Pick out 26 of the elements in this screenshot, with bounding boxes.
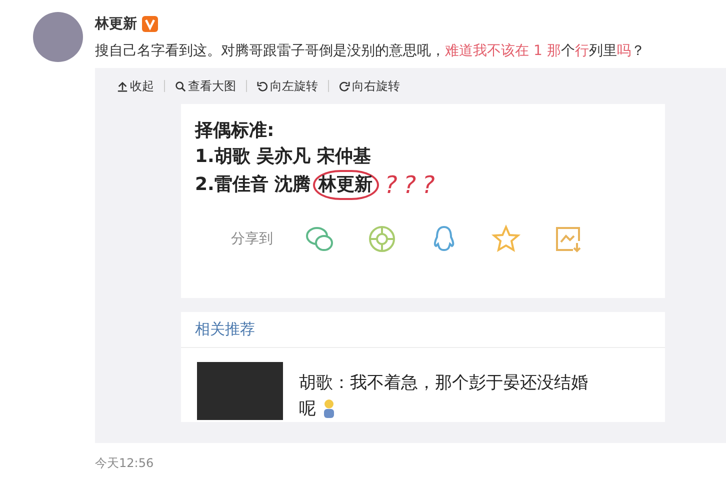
circled-name: 林更新 <box>312 170 379 200</box>
avatar[interactable] <box>33 12 83 62</box>
question-marks: ??? <box>384 172 441 198</box>
related-title: 相关推荐 <box>181 312 665 348</box>
aperture-icon[interactable] <box>367 224 397 254</box>
toolbar-link[interactable]: 向右旋转 <box>339 78 400 94</box>
chat-bubbles-icon[interactable] <box>305 224 335 254</box>
post-text: 搜自己名字看到这。对腾哥跟雷子哥倒是没别的意思吼，难道我不该在 1 那个行列里吗？ <box>95 42 646 60</box>
toolbar-link[interactable]: 查看大图 <box>175 78 236 94</box>
star-icon[interactable] <box>491 224 521 254</box>
toolbar-link[interactable]: 向左旋转 <box>257 78 318 94</box>
author-name[interactable]: 林更新 <box>95 15 137 33</box>
rotate-left-icon <box>257 80 268 92</box>
related-post-text: 呢 <box>299 398 316 421</box>
criteria-heading: 择偶标准: <box>195 119 276 143</box>
emoji-icon <box>322 399 336 419</box>
toolbar-link[interactable]: 收起 <box>117 78 154 94</box>
upload-arrow-icon <box>117 80 128 92</box>
share-label: 分享到 <box>231 230 273 248</box>
related-post-text: 胡歌：我不着急，那个彭于晏还没结婚 <box>299 372 588 395</box>
criteria-line: 1.胡歌 吴亦凡 宋仲基 <box>195 145 371 169</box>
image-download-icon[interactable] <box>553 224 583 254</box>
search-icon <box>175 80 186 92</box>
rotate-right-icon <box>339 80 350 92</box>
criteria-line: 2.雷佳音 沈腾 <box>195 173 311 197</box>
post-time[interactable]: 今天12:56 <box>95 455 154 472</box>
